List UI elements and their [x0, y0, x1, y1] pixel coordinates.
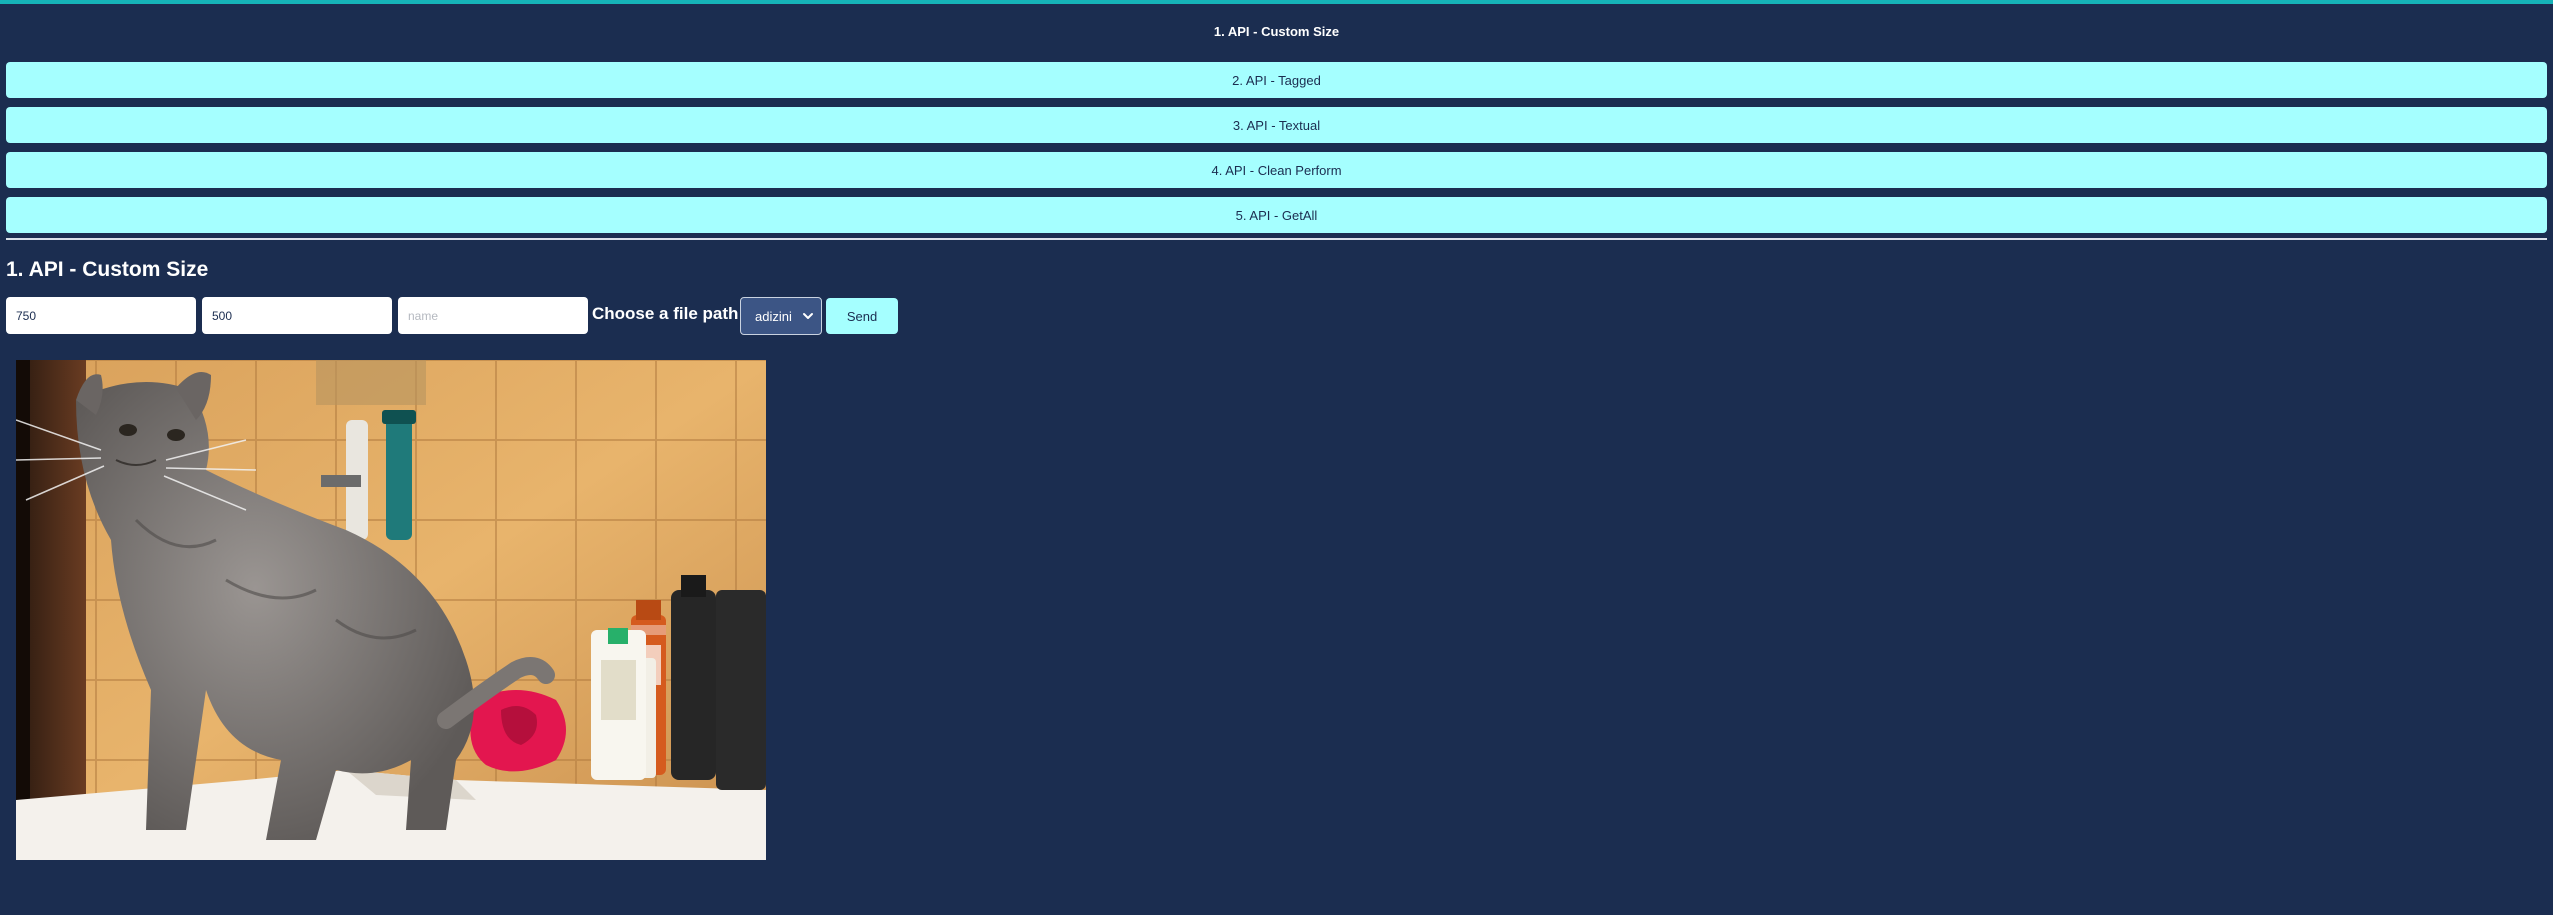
- result-image: [16, 360, 766, 860]
- height-input[interactable]: [202, 297, 392, 334]
- tab-label: 2. API - Tagged: [1232, 72, 1321, 88]
- name-input[interactable]: [398, 297, 588, 334]
- tab-label: 5. API - GetAll: [1235, 207, 1318, 223]
- tab-tagged[interactable]: 2. API - Tagged: [6, 62, 2547, 98]
- file-path-label: Choose a file path:: [592, 304, 745, 323]
- tab-label: 1. API - Custom Size: [1213, 23, 1340, 39]
- tab-textual[interactable]: 3. API - Textual: [6, 107, 2547, 143]
- send-button[interactable]: Send: [826, 298, 898, 334]
- width-input[interactable]: [6, 297, 196, 334]
- tab-getall[interactable]: 5. API - GetAll: [6, 197, 2547, 233]
- tab-label: 4. API - Clean Perform: [1211, 162, 1342, 178]
- tab-label: 3. API - Textual: [1232, 117, 1321, 133]
- section-divider: [6, 238, 2547, 240]
- tab-clean-perform[interactable]: 4. API - Clean Perform: [6, 152, 2547, 188]
- file-path-select[interactable]: adizini: [740, 297, 822, 335]
- chevron-down-icon: [801, 309, 815, 323]
- file-path-selected-value: adizini: [755, 308, 792, 324]
- tab-custom-size[interactable]: 1. API - Custom Size: [6, 13, 2547, 49]
- section-title: 1. API - Custom Size: [6, 258, 209, 281]
